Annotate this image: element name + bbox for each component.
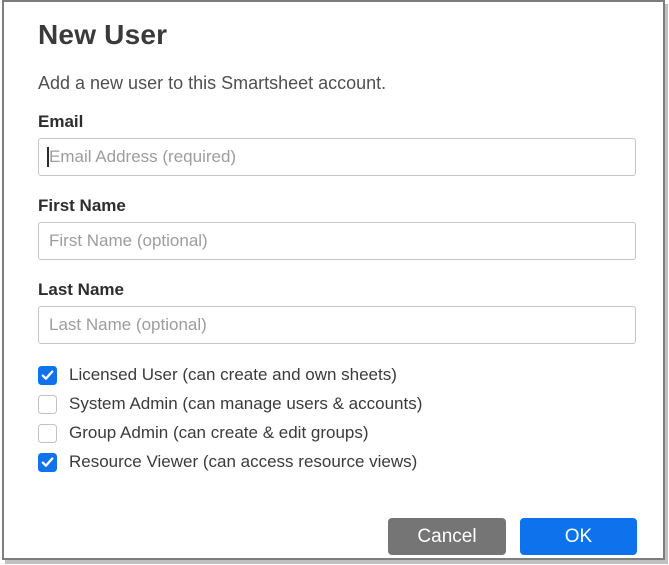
checkmark-icon: [41, 457, 54, 468]
checkbox-label: Resource Viewer (can access resource vie…: [69, 452, 417, 472]
system-admin-checkbox[interactable]: [38, 395, 57, 414]
last-name-field-group: Last Name: [38, 280, 636, 344]
checkbox-label: Licensed User (can create and own sheets…: [69, 365, 397, 385]
close-icon[interactable]: ✕: [638, 2, 660, 7]
dialog-footer: Cancel OK: [388, 518, 637, 555]
first-name-label: First Name: [38, 196, 636, 216]
last-name-input[interactable]: [38, 306, 636, 344]
dialog-subtitle: Add a new user to this Smartsheet accoun…: [38, 72, 636, 94]
checkbox-row-licensed-user[interactable]: Licensed User (can create and own sheets…: [38, 365, 636, 385]
email-input[interactable]: [38, 138, 636, 176]
email-input-wrap: [38, 138, 636, 176]
last-name-input-wrap: [38, 306, 636, 344]
group-admin-checkbox[interactable]: [38, 424, 57, 443]
checkbox-label: System Admin (can manage users & account…: [69, 394, 422, 414]
checkbox-row-group-admin[interactable]: Group Admin (can create & edit groups): [38, 423, 636, 443]
first-name-field-group: First Name: [38, 196, 636, 260]
ok-button[interactable]: OK: [520, 518, 637, 555]
checkmark-icon: [41, 370, 54, 381]
email-field-group: Email: [38, 112, 636, 176]
dialog-title: New User: [38, 18, 636, 52]
close-x-glyph: ✕: [638, 2, 660, 7]
cancel-button[interactable]: Cancel: [388, 518, 506, 555]
last-name-label: Last Name: [38, 280, 636, 300]
text-caret: [47, 147, 49, 167]
email-label: Email: [38, 112, 636, 132]
first-name-input[interactable]: [38, 222, 636, 260]
checkbox-label: Group Admin (can create & edit groups): [69, 423, 369, 443]
checkbox-row-system-admin[interactable]: System Admin (can manage users & account…: [38, 394, 636, 414]
first-name-input-wrap: [38, 222, 636, 260]
checkbox-row-resource-viewer[interactable]: Resource Viewer (can access resource vie…: [38, 452, 636, 472]
resource-viewer-checkbox[interactable]: [38, 453, 57, 472]
licensed-user-checkbox[interactable]: [38, 366, 57, 385]
permissions-checkbox-group: Licensed User (can create and own sheets…: [38, 365, 636, 472]
new-user-dialog: ✕ New User Add a new user to this Smarts…: [2, 0, 665, 560]
